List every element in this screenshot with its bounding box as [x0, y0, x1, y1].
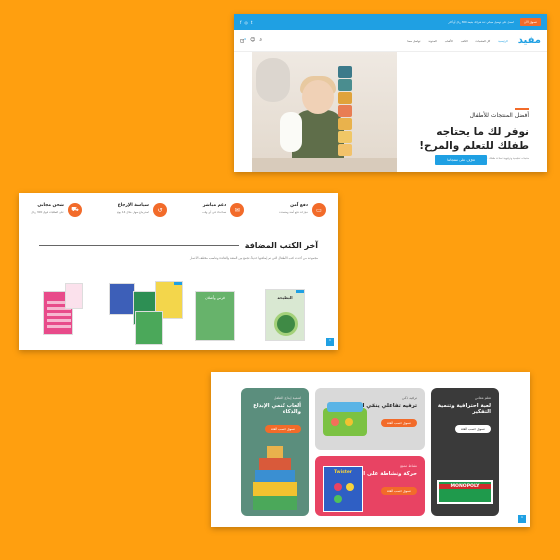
feature-title: شحن مجاني [37, 203, 64, 208]
hero-cta-button[interactable]: تعرّف على منتجاتنا [435, 155, 487, 165]
user-icon[interactable]: ☺ [250, 37, 255, 45]
product-label: MONOPOLY [439, 484, 491, 489]
card-tag: لتنمية إبداع الطفل [273, 396, 301, 400]
block-tower [338, 66, 352, 157]
product-image-twister: Twister [323, 466, 363, 512]
nav-link-toys[interactable]: الألعاب [445, 39, 453, 43]
main-nav: مفيد الرئيسية كل المنتجات الكتب الألعاب … [234, 30, 547, 52]
feature-sub: على الطلبات فوق 300 ريال [31, 210, 64, 214]
cart-count: 0 [244, 36, 247, 41]
screenshot-homepage-hero: تسوق الآن احصل على توصيل مجاني عند شرائك… [234, 14, 547, 172]
hero-eyebrow: أفضل المنتجات للأطفال [469, 112, 529, 119]
feature-returns: ↺ سياسة الإرجاع استرجاع سهل خلال 14 يوم [117, 203, 167, 223]
book-cover[interactable] [135, 311, 163, 345]
instagram-icon[interactable]: ◎ [244, 20, 248, 25]
nav-link-home[interactable]: الرئيسية [498, 39, 508, 43]
card-title: ألعاب تُنمي الإبداع والذكاء [253, 403, 301, 415]
nav-link-blog[interactable]: المدونة [428, 39, 436, 43]
cart-icon[interactable]: ⊡0 [240, 37, 246, 45]
feature-sub: خيارات دفع آمنة ومتعددة [279, 210, 308, 214]
card-icon: ▭ [312, 203, 326, 217]
product-image-monopoly: MONOPOLY [437, 480, 493, 504]
nav-link-books[interactable]: الكتب [461, 39, 468, 43]
shipping-notice: احصل على توصيل مجاني عند شرائك بقيمة 300… [448, 20, 514, 24]
card-tag: ترفيه ذكي [401, 396, 417, 400]
category-card-thinking[interactable]: تعلم معاني لعبة احترافية وتنمية التفكير … [431, 388, 499, 516]
search-icon[interactable]: ⌕ [259, 37, 262, 45]
category-card-interactive[interactable]: ترفيه ذكي ترفيه تفاعلي ينمّي المهارات تس… [315, 388, 425, 450]
feature-secure-payment: ▭ دفع آمن خيارات دفع آمنة ومتعددة [279, 203, 326, 223]
feature-sub: استرجاع سهل خلال 14 يوم [116, 210, 149, 214]
book-cover[interactable] [65, 283, 83, 309]
hero-section: أفضل المنتجات للأطفال نوفر لك ما يحتاجه … [234, 52, 547, 172]
features-row: ▭ دفع آمن خيارات دفع آمنة ومتعددة ✉ دعم م… [19, 193, 338, 223]
category-card-creativity[interactable]: لتنمية إبداع الطفل ألعاب تُنمي الإبداع و… [241, 388, 309, 516]
hero-image [252, 52, 397, 172]
social-links: f ◎ t [240, 20, 253, 25]
section-description: مجموعة من أحدث كتب الأطفال التي تم إضافت… [189, 256, 318, 260]
book-cover[interactable] [109, 283, 135, 315]
card-shop-button[interactable]: تسوق حسب الفئة [265, 425, 301, 433]
screenshot-latest-books: ▭ دفع آمن خيارات دفع آمنة ومتعددة ✉ دعم م… [19, 193, 338, 350]
card-tag: تعلم معاني [474, 396, 491, 400]
book-title: فرس وأصلان [205, 296, 225, 300]
feature-title: دفع آمن [290, 203, 308, 208]
twitter-icon[interactable]: t [251, 20, 253, 25]
screenshot-categories: تعلم معاني لعبة احترافية وتنمية التفكير … [211, 372, 530, 527]
nav-icons: ⊡0 ☺ ⌕ [240, 37, 262, 45]
book-cover[interactable]: فرس وأصلان [195, 291, 235, 341]
facebook-icon[interactable]: f [240, 20, 241, 25]
nav-links: الرئيسية كل المنتجات الكتب الألعاب المدو… [407, 39, 507, 43]
section-divider [39, 245, 239, 246]
top-bar: تسوق الآن احصل على توصيل مجاني عند شرائك… [234, 14, 547, 30]
scroll-up-button[interactable]: ⌃ [326, 338, 334, 346]
feature-free-shipping: ⛟ شحن مجاني على الطلبات فوق 300 ريال [31, 203, 82, 223]
category-card-active[interactable]: نشاط ممتع حركة ونشاطة على الهواء تسوق حس… [315, 456, 425, 516]
section-title: آخر الكتب المضافة [244, 241, 318, 250]
book-title: البطيخة [277, 295, 293, 300]
chat-icon: ✉ [230, 203, 245, 217]
nav-link-contact[interactable]: تواصل معنا [407, 39, 420, 43]
plush-toy [256, 58, 290, 102]
books-grid: فرس وأصلان البطيخة [43, 281, 323, 347]
product-image-toy [323, 402, 367, 436]
return-icon: ↺ [152, 203, 167, 217]
feature-title: سياسة الإرجاع [117, 203, 149, 208]
section-header: آخر الكتب المضافة [19, 223, 338, 250]
feature-support: ✉ دعم مباشر نساعدك في أي وقت [201, 203, 245, 223]
truck-icon: ⛟ [67, 203, 82, 217]
product-image-blocks [253, 446, 297, 510]
card-shop-button[interactable]: تسوق حسب الفئة [381, 419, 417, 427]
card-shop-button[interactable]: تسوق حسب الفئة [455, 425, 491, 433]
feature-title: دعم مباشر [202, 203, 227, 208]
scroll-up-button[interactable]: ⌃ [518, 515, 526, 523]
book-cover[interactable]: البطيخة [265, 289, 305, 341]
site-logo[interactable]: مفيد [518, 35, 541, 46]
card-shop-button[interactable]: تسوق حسب الفئة [381, 487, 417, 495]
hero-text: أفضل المنتجات للأطفال نوفر لك ما يحتاجه … [409, 108, 529, 161]
hero-title: نوفر لك ما يحتاجه طفلك للتعلم والمرح! [419, 126, 529, 153]
feature-sub: نساعدك في أي وقت [201, 210, 227, 214]
promo-button[interactable]: تسوق الآن [519, 18, 541, 26]
product-label: Twister [334, 470, 352, 475]
card-title: لعبة احترافية وتنمية التفكير [437, 403, 491, 415]
nav-link-all-products[interactable]: كل المنتجات [476, 39, 491, 43]
